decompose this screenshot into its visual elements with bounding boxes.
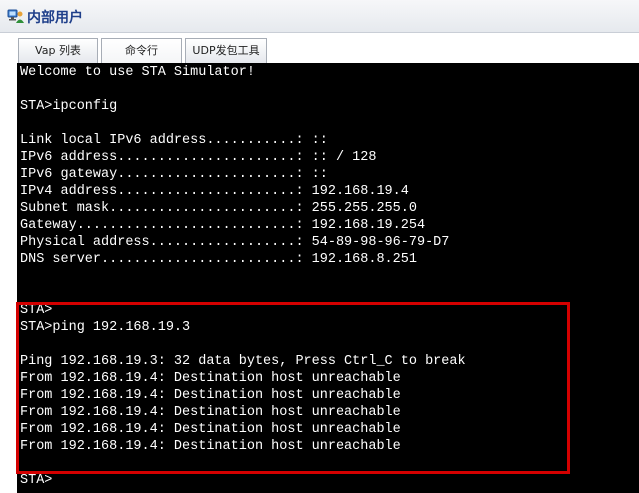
terminal-line: STA>ping 192.168.19.3 (20, 320, 191, 335)
terminal-line: STA> (20, 473, 53, 488)
terminal-line: DNS server........................: 192.… (20, 252, 417, 267)
title-bar: 内部用户 (0, 0, 639, 33)
terminal-line: From 192.168.19.4: Destination host unre… (20, 439, 401, 454)
terminal-line: IPv6 gateway......................: :: (20, 167, 328, 182)
terminal-line: Welcome to use STA Simulator! (20, 65, 255, 80)
terminal-line: From 192.168.19.4: Destination host unre… (20, 371, 401, 386)
terminal-line: STA>ipconfig (20, 99, 118, 114)
tab-udp-tool[interactable]: UDP发包工具 (185, 38, 267, 63)
terminal-line: IPv4 address......................: 192.… (20, 184, 409, 199)
network-user-icon (7, 8, 25, 24)
tab-bar: Vap 列表 命令行 UDP发包工具 (0, 33, 639, 64)
tab-command-line[interactable]: 命令行 (101, 38, 182, 64)
terminal-line: Ping 192.168.19.3: 32 data bytes, Press … (20, 354, 466, 369)
terminal-line: Physical address..................: 54-8… (20, 235, 450, 250)
terminal-console[interactable]: Welcome to use STA Simulator! STA>ipconfi… (17, 63, 639, 493)
terminal-line: Gateway...........................: 192.… (20, 218, 426, 233)
window-title: 内部用户 (27, 10, 83, 26)
terminal-line: From 192.168.19.4: Destination host unre… (20, 405, 401, 420)
terminal-line: From 192.168.19.4: Destination host unre… (20, 422, 401, 437)
terminal-line: IPv6 address......................: :: /… (20, 150, 377, 165)
terminal-line: From 192.168.19.4: Destination host unre… (20, 388, 401, 403)
terminal-line: STA> (20, 303, 53, 318)
tab-vap-list[interactable]: Vap 列表 (18, 38, 98, 63)
terminal-line: Subnet mask.......................: 255.… (20, 201, 417, 216)
terminal-line: Link local IPv6 address...........: :: (20, 133, 328, 148)
